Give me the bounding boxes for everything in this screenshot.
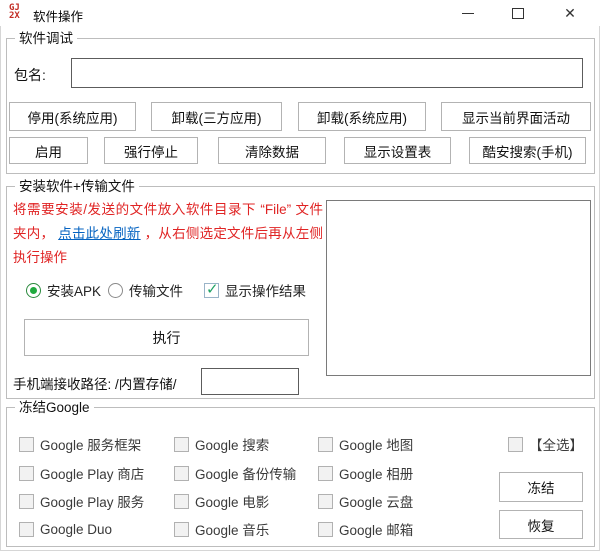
checkbox-label: Google 邮箱	[339, 519, 413, 539]
checkbox-google-maps[interactable]: Google 地图	[318, 435, 413, 453]
close-button[interactable]: ✕	[550, 0, 590, 26]
clear-data-button[interactable]: 清除数据	[218, 137, 326, 164]
show-settings-table-button[interactable]: 显示设置表	[344, 137, 451, 164]
checkbox-google-backup-transport[interactable]: Google 备份传输	[174, 464, 296, 482]
window-title: 软件操作	[33, 6, 83, 25]
app-window: GJ2X 软件操作 ✕ 软件调试 包名: 停用(系统应用) 卸载(三方应用) 卸…	[0, 0, 600, 551]
checkbox-label: Google 备份传输	[195, 463, 296, 483]
radio-install-apk-icon	[26, 283, 41, 298]
package-name-input[interactable]	[71, 58, 583, 88]
show-result-checkbox[interactable]: 显示操作结果	[204, 281, 306, 299]
checkbox-icon	[19, 494, 34, 509]
checkbox-icon	[19, 466, 34, 481]
radio-transfer-file-label: 传输文件	[129, 280, 183, 300]
maximize-icon	[512, 8, 524, 19]
checkbox-select-all[interactable]: 【全选】	[508, 435, 583, 453]
checkbox-icon	[318, 466, 333, 481]
checkbox-label: Google 搜索	[195, 434, 269, 454]
install-note: 将需要安装/发送的文件放入软件目录下 “File” 文件夹内， 点击此处刷新 ，…	[13, 198, 323, 270]
checkbox-label: Google Play 商店	[40, 463, 144, 483]
coolapk-search-button[interactable]: 酷安搜索(手机)	[469, 137, 586, 164]
show-result-checkbox-icon	[204, 283, 219, 298]
radio-install-apk[interactable]: 安装APK	[26, 281, 101, 299]
maximize-button[interactable]	[500, 0, 536, 26]
debug-group: 软件调试 包名: 停用(系统应用) 卸载(三方应用) 卸载(系统应用) 显示当前…	[6, 38, 595, 174]
checkbox-icon	[174, 437, 189, 452]
package-name-label: 包名:	[14, 65, 46, 85]
freeze-group-legend: 冻结Google	[15, 399, 94, 416]
app-logo-icon: GJ2X	[9, 4, 20, 20]
checkbox-icon	[174, 522, 189, 537]
checkbox-google-duo[interactable]: Google Duo	[19, 520, 112, 538]
minimize-icon	[462, 13, 474, 14]
enable-button[interactable]: 启用	[9, 137, 88, 164]
uninstall-thirdparty-app-button[interactable]: 卸载(三方应用)	[151, 102, 282, 131]
checkbox-label: Google 电影	[195, 491, 269, 511]
install-group: 安装软件+传输文件 将需要安装/发送的文件放入软件目录下 “File” 文件夹内…	[6, 186, 595, 399]
checkbox-google-drive[interactable]: Google 云盘	[318, 492, 413, 510]
checkbox-icon	[508, 437, 523, 452]
minimize-button[interactable]	[450, 0, 486, 26]
checkbox-google-play-services[interactable]: Google Play 服务	[19, 492, 144, 510]
show-current-activity-button[interactable]: 显示当前界面活动	[441, 102, 591, 131]
checkbox-google-movies[interactable]: Google 电影	[174, 492, 269, 510]
checkbox-icon	[19, 522, 34, 537]
checkbox-google-mail[interactable]: Google 邮箱	[318, 520, 413, 538]
disable-system-app-button[interactable]: 停用(系统应用)	[9, 102, 136, 131]
debug-group-legend: 软件调试	[15, 30, 77, 47]
radio-transfer-file[interactable]: 传输文件	[108, 281, 183, 299]
refresh-link[interactable]: 点击此处刷新	[58, 226, 140, 241]
checkbox-google-photos[interactable]: Google 相册	[318, 464, 413, 482]
checkbox-google-play-store[interactable]: Google Play 商店	[19, 464, 144, 482]
show-result-checkbox-label: 显示操作结果	[225, 280, 306, 300]
radio-transfer-file-icon	[108, 283, 123, 298]
checkbox-google-search[interactable]: Google 搜索	[174, 435, 269, 453]
checkbox-icon	[174, 494, 189, 509]
receive-path-label: 手机端接收路径: /内置存储/	[13, 373, 177, 393]
receive-path-input[interactable]	[201, 368, 299, 395]
checkbox-label: Google 服务框架	[40, 434, 141, 454]
checkbox-icon	[318, 522, 333, 537]
checkbox-icon	[19, 437, 34, 452]
checkbox-label: 【全选】	[529, 434, 583, 454]
radio-install-apk-label: 安装APK	[47, 280, 101, 300]
install-group-legend: 安装软件+传输文件	[15, 178, 139, 195]
checkbox-google-services-framework[interactable]: Google 服务框架	[19, 435, 141, 453]
checkbox-icon	[318, 494, 333, 509]
execute-button[interactable]: 执行	[24, 319, 309, 356]
close-icon: ✕	[564, 6, 576, 20]
freeze-group: 冻结Google Google 服务框架 Google 搜索 Google 地图…	[6, 407, 595, 547]
force-stop-button[interactable]: 强行停止	[104, 137, 198, 164]
checkbox-icon	[174, 466, 189, 481]
checkbox-google-music[interactable]: Google 音乐	[174, 520, 269, 538]
checkbox-label: Google Play 服务	[40, 491, 144, 511]
checkbox-label: Google 云盘	[339, 491, 413, 511]
uninstall-system-app-button[interactable]: 卸载(系统应用)	[298, 102, 426, 131]
title-bar: GJ2X 软件操作 ✕	[0, 0, 600, 26]
checkbox-icon	[318, 437, 333, 452]
file-listbox[interactable]	[326, 200, 591, 376]
checkbox-label: Google 地图	[339, 434, 413, 454]
restore-button[interactable]: 恢复	[499, 510, 583, 539]
checkbox-label: Google 音乐	[195, 519, 269, 539]
checkbox-label: Google 相册	[339, 463, 413, 483]
checkbox-label: Google Duo	[40, 522, 112, 537]
freeze-button[interactable]: 冻结	[499, 472, 583, 502]
